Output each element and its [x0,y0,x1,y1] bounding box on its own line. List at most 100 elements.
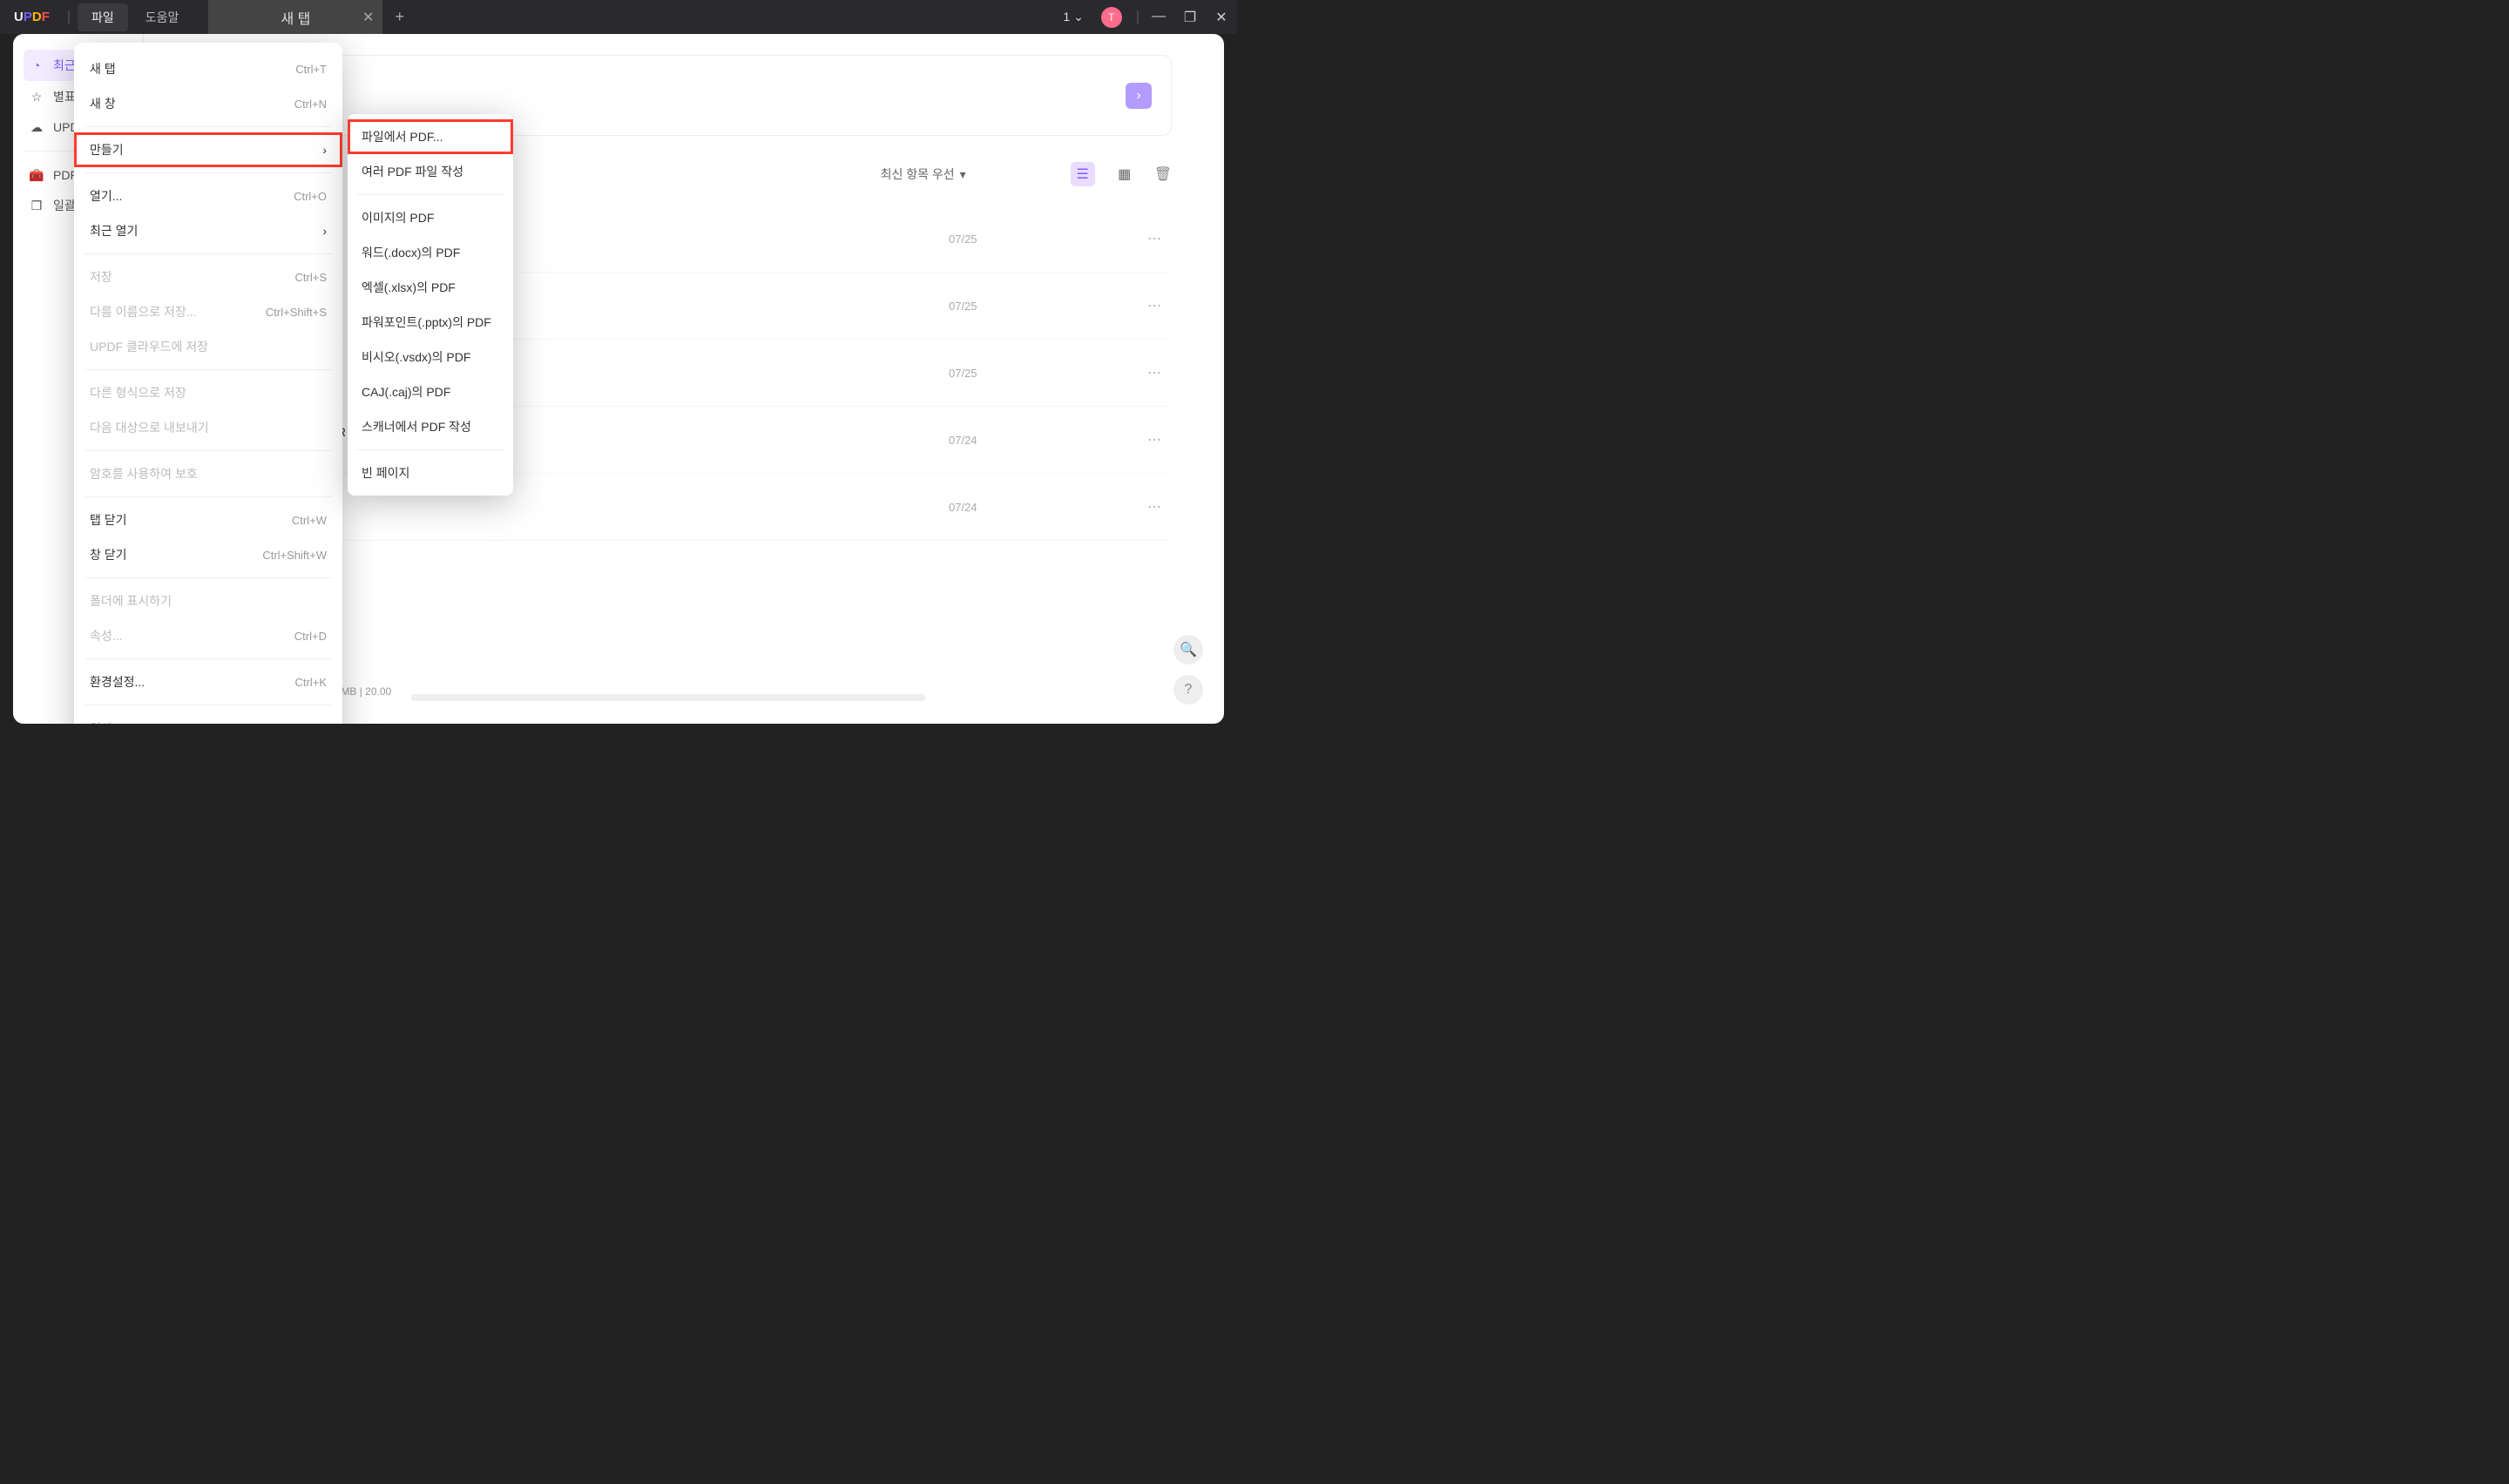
menu-item-shortcut: Ctrl+Shift+W [262,549,327,562]
separator: | [67,10,71,25]
briefcase-icon: 🧰 [29,167,44,183]
storage-progress [411,694,925,701]
submenu-item[interactable]: CAJ(.caj)의 PDF [348,374,513,409]
menu-item[interactable]: 최근 열기› [74,213,342,248]
menu-item-shortcut: Ctrl+O [294,190,327,203]
submenu-item[interactable]: 워드(.docx)의 PDF [348,235,513,270]
file-date: 07/24 [949,434,1140,447]
storage-bar: 18.53 MB | 20.00 GB [312,685,925,710]
menu-item-shortcut: Ctrl+S [295,271,327,284]
menu-item[interactable]: 창 닫기 Ctrl+Shift+W [74,537,342,572]
separator [356,194,504,195]
menu-item-label: 속성... [90,627,122,644]
menu-item[interactable]: 새 창Ctrl+N [74,86,342,121]
menu-item: 다른 형식으로 저장 [74,375,342,410]
close-window-icon[interactable]: ✕ [1206,9,1237,26]
separator [85,577,332,578]
file-row[interactable]: 07/25 ⋯ [196,340,1172,407]
menu-item-label: UPDF 클라우드에 저장 [90,338,208,355]
chevron-right-icon: › [322,143,327,157]
menu-item-label: 다름 이름으로 저장... [90,303,197,320]
submenu-item[interactable]: 빈 페이지 [348,455,513,490]
cloud-icon: ☁ [29,119,44,135]
submenu-item[interactable]: 스캐너에서 PDF 작성 [348,409,513,444]
file-row[interactable]: scanned-pdf ⧉2/2|2.43 MB 07/24 ⋯ [196,474,1172,541]
menu-item[interactable]: 새 탭Ctrl+T [74,51,342,86]
file-date: 07/25 [949,300,1140,313]
search-button[interactable]: 🔍 [1173,635,1203,664]
chevron-right-icon: › [1136,88,1140,104]
menu-item[interactable]: 환경설정...Ctrl+K [74,664,342,699]
sidebar-item-label: 별표 [53,88,76,105]
separator [85,172,332,173]
file-row[interactable]: 07/25 ⋯ [196,273,1172,340]
open-file-dropzone[interactable]: 파일 열기 여 오픈하세요. › [196,55,1172,136]
menu-item-shortcut: Ctrl+T [295,63,327,76]
clock-icon: ◔ [29,57,44,73]
submenu-item[interactable]: 비시오(.vsdx)의 PDF [348,340,513,374]
submenu-item[interactable]: 파워포인트(.pptx)의 PDF [348,305,513,340]
separator [85,126,332,127]
view-grid-button[interactable]: ▦ [1112,162,1137,186]
separator [85,253,332,254]
avatar[interactable]: T [1101,7,1122,28]
app-logo: UPDF [0,10,64,24]
close-icon[interactable]: ✕ [362,9,374,26]
tab-new[interactable]: 새 탭 ✕ [208,0,382,34]
menu-item[interactable]: 만들기 › [74,132,342,167]
menu-item-label: 암호를 사용하여 보호 [90,465,198,482]
submenu-item[interactable]: 이미지의 PDF [348,200,513,235]
menu-item-label: 인쇄... [90,719,122,724]
menu-item-label: 최근 열기 [90,222,138,239]
menu-item-shortcut: Ctrl+N [294,98,327,111]
sort-select[interactable]: 최신 항목 우선 ▾ [881,165,966,183]
menu-item: 인쇄...Ctrl+P [74,711,342,724]
file-row[interactable]: scanned-pdf_OCR ⧉1/2|561.12 KB 07/24 ⋯ [196,407,1172,474]
file-row[interactable]: 07/25 ⋯ [196,206,1172,273]
tab-count[interactable]: 1 ⌄ [1063,10,1083,24]
menu-item-label: 창 닫기 [90,546,127,563]
sidebar-item-label: 일괄 [53,197,76,214]
trash-icon: 🗑 [1154,167,1172,182]
menu-item[interactable]: 열기...Ctrl+O [74,179,342,213]
file-more-button[interactable]: ⋯ [1140,364,1168,381]
search-icon: 🔍 [1180,641,1197,658]
grid-icon: ▦ [1118,165,1131,183]
submenu-item[interactable]: 여러 PDF 파일 작성 [348,154,513,189]
menu-item-label: 다른 형식으로 저장 [90,384,186,401]
minimize-icon[interactable]: — [1143,9,1174,26]
chevron-down-icon: ▾ [960,167,966,182]
star-icon: ☆ [29,89,44,105]
create-submenu: 파일에서 PDF...여러 PDF 파일 작성이미지의 PDF워드(.docx)… [348,114,513,496]
menu-item: 폴더에 표시하기 [74,583,342,618]
menu-item-label: 저장 [90,268,112,286]
view-list-button[interactable]: ☰ [1071,162,1095,186]
menu-item: 속성...Ctrl+D [74,618,342,653]
menu-item-label: 다음 대상으로 내보내기 [90,419,209,436]
help-button[interactable]: ? [1173,675,1203,705]
menu-item-shortcut: Ctrl+Shift+S [266,306,327,319]
file-date: 07/24 [949,501,1140,514]
list-toolbar: 최신 항목 우선 ▾ ☰ ▦ 🗑 [196,162,1172,186]
menu-item-shortcut: Ctrl+K [295,676,327,689]
menu-item[interactable]: 탭 닫기Ctrl+W [74,503,342,537]
submenu-item[interactable]: 엑셀(.xlsx)의 PDF [348,270,513,305]
question-icon: ? [1185,682,1193,698]
menu-file[interactable]: 파일 [78,3,128,31]
new-tab-button[interactable]: + [382,8,416,26]
file-more-button[interactable]: ⋯ [1140,498,1168,516]
file-more-button[interactable]: ⋯ [1140,431,1168,449]
delete-button[interactable]: 🗑 [1154,165,1172,183]
file-more-button[interactable]: ⋯ [1140,230,1168,247]
submenu-item[interactable]: 파일에서 PDF... [348,119,513,154]
maximize-icon[interactable]: ❐ [1174,9,1206,26]
stack-icon: ❒ [29,198,44,213]
separator [85,496,332,497]
open-button[interactable]: › [1126,83,1152,109]
file-date: 07/25 [949,233,1140,246]
menu-item: 다름 이름으로 저장... Ctrl+Shift+S [74,294,342,329]
menu-help[interactable]: 도움말 [132,3,193,31]
menu-item-label: 만들기 [90,141,124,159]
file-more-button[interactable]: ⋯ [1140,297,1168,314]
tab-label: 새 탭 [281,7,310,28]
